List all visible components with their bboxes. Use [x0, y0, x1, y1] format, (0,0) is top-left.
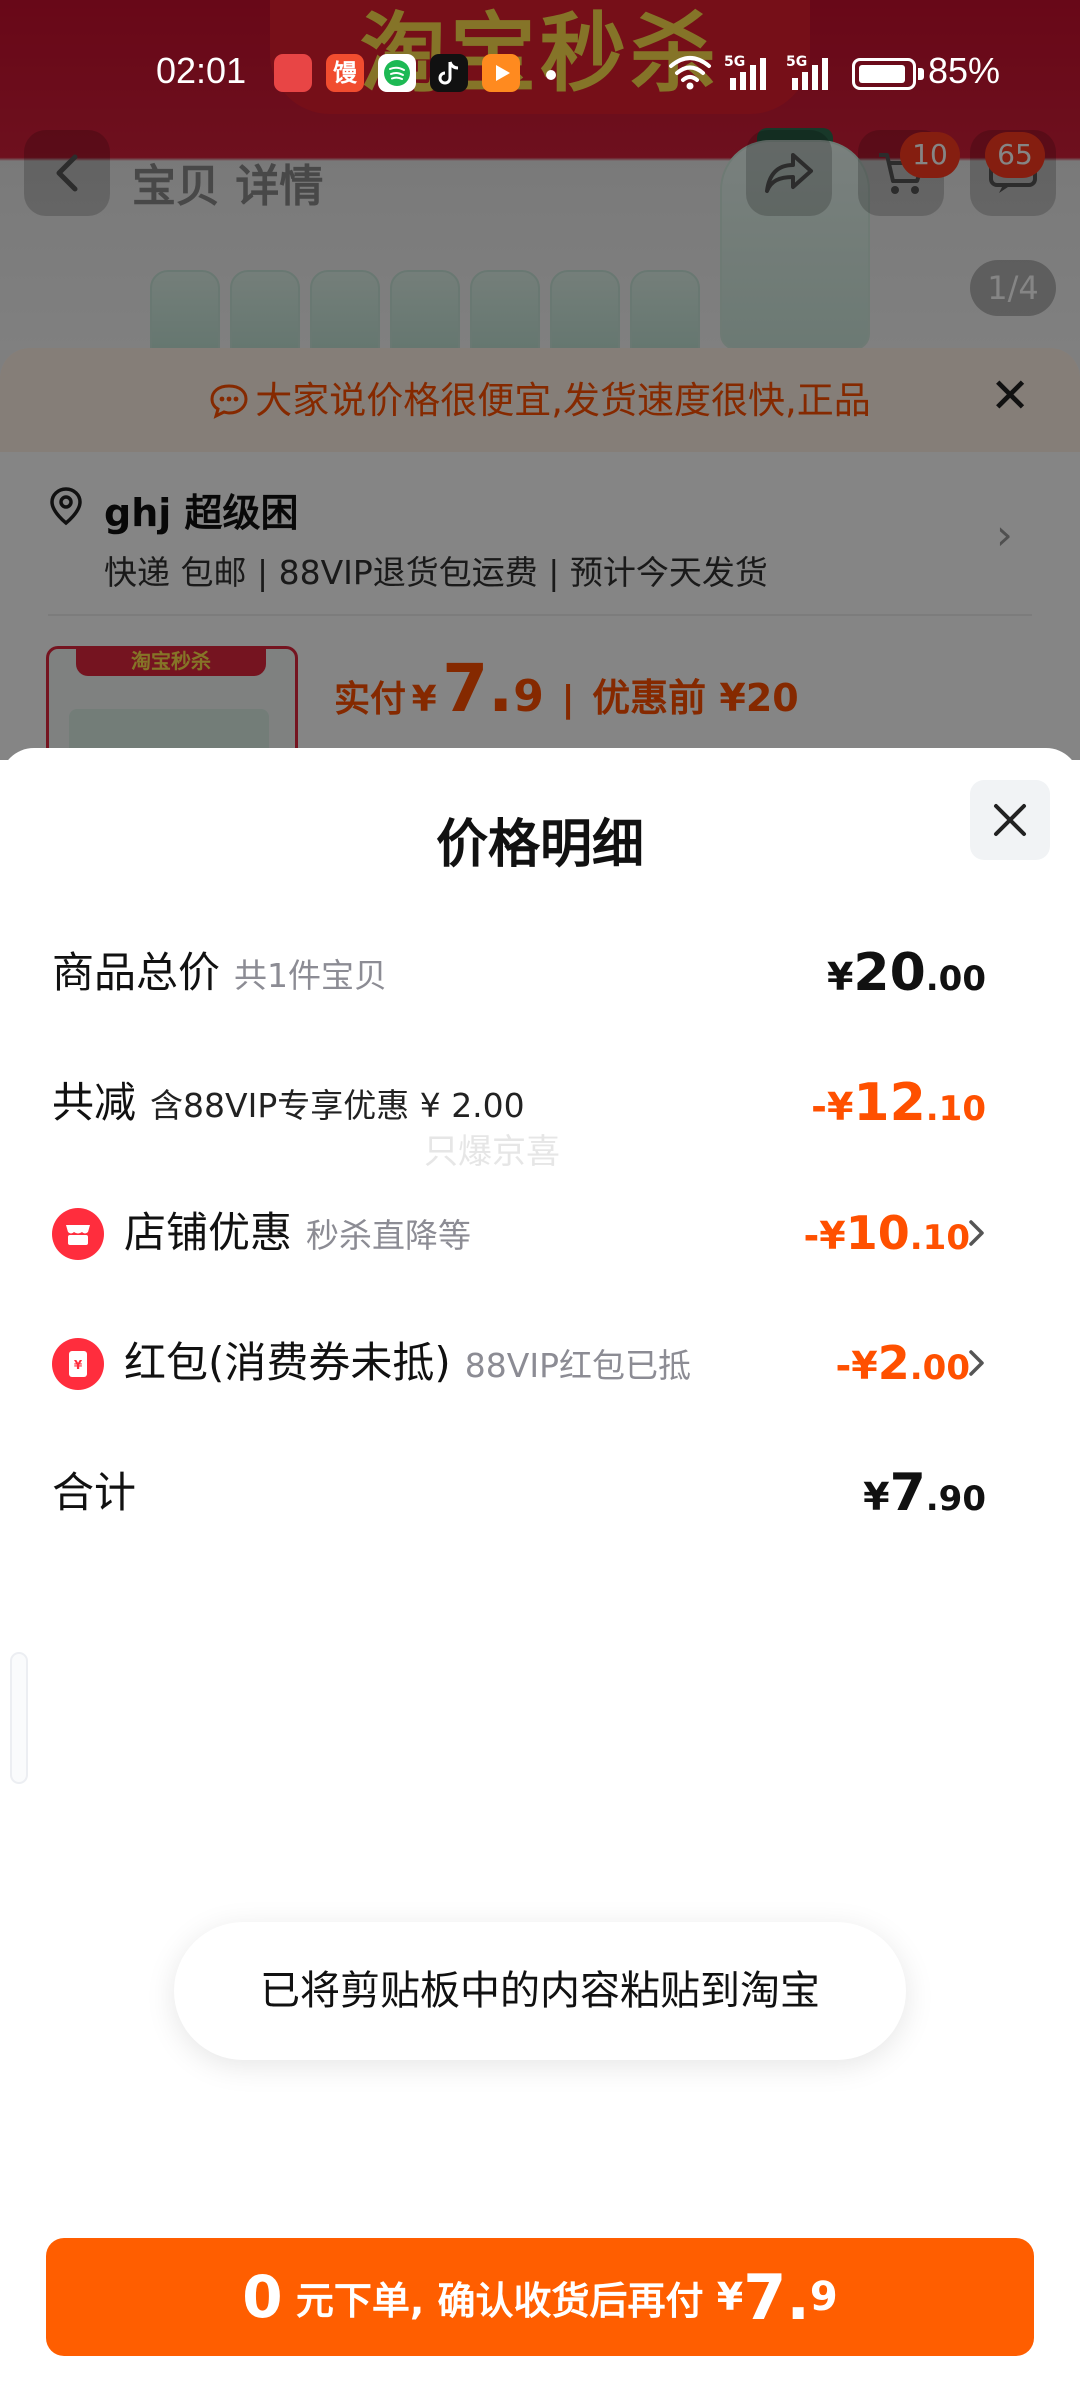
chevron-right-icon [969, 1220, 984, 1246]
side-scroll-handle[interactable] [10, 1652, 28, 1784]
place-order-button[interactable]: 0 元下单, 确认收货后再付 ¥7. 9 [46, 2238, 1034, 2356]
store-discount-amount: -¥10.10 [803, 1206, 970, 1260]
close-button[interactable] [970, 780, 1050, 860]
row-note: 含88VIP专享优惠 ¥ 2.00 [150, 1086, 525, 1125]
store-icon [52, 1208, 104, 1260]
grand-total-amount: ¥7.90 [863, 1463, 986, 1523]
subtotal-amount: ¥20.00 [826, 943, 986, 1003]
notification-app-icon [378, 54, 416, 92]
clipboard-toast: 已将剪贴板中的内容粘贴到淘宝 [174, 1922, 906, 2060]
row-label: 店铺优惠 [124, 1208, 293, 1257]
video-app-icon [482, 54, 520, 92]
red-packet-amount: -¥2.00 [835, 1336, 970, 1390]
more-notifications-dot [546, 70, 556, 80]
cellular-signal-icon: 5G [724, 54, 766, 90]
row-label: 共减 [52, 1078, 137, 1127]
chevron-right-icon [969, 1350, 984, 1376]
status-time: 02:01 [156, 50, 247, 91]
grand-total-row: 合计 ¥7.90 [52, 1448, 1042, 1538]
row-note: 秒杀直降等 [306, 1216, 472, 1255]
sheet-title: 价格明细 [435, 815, 644, 875]
svg-text:5G: 5G [724, 54, 745, 70]
row-note: 88VIP红包已抵 [464, 1346, 691, 1385]
row-label: 红包(消费券未抵) [124, 1338, 451, 1387]
battery-icon [852, 58, 916, 90]
red-packet-row[interactable]: ¥ 红包(消费券未抵) 88VIP红包已抵 -¥2.00 [52, 1318, 1042, 1408]
close-icon [994, 804, 1026, 836]
price-detail-sheet: 价格明细 商品总价 共1件宝贝 ¥20.00 共减 含88VIP专享优惠 ¥ 2.0… [0, 748, 1080, 2400]
tiktok-icon [430, 54, 468, 92]
svg-text:¥: ¥ [74, 1358, 83, 1372]
subtotal-row: 商品总价 共1件宝贝 ¥20.00 [52, 928, 1042, 1018]
battery-percent: 85% [928, 50, 1001, 91]
watermark: 只爆京喜 [424, 1132, 560, 1172]
red-packet-icon: ¥ [52, 1338, 104, 1390]
row-note: 共1件宝贝 [234, 956, 388, 995]
modal-overlay[interactable] [0, 0, 1080, 760]
row-label: 合计 [52, 1468, 137, 1517]
svg-text:5G: 5G [786, 54, 807, 70]
notification-app-icon [274, 54, 312, 92]
cellular-signal-icon: 5G [786, 54, 828, 90]
row-label: 商品总价 [52, 948, 221, 997]
status-bar: 02:01 馒 5G 5G 85% [0, 38, 1080, 110]
total-discount-amount: -¥12.10 [811, 1073, 986, 1133]
wifi-icon [669, 56, 711, 90]
notification-app-icon: 馒 [326, 54, 364, 92]
store-discount-row[interactable]: 店铺优惠 秒杀直降等 -¥10.10 [52, 1188, 1042, 1278]
